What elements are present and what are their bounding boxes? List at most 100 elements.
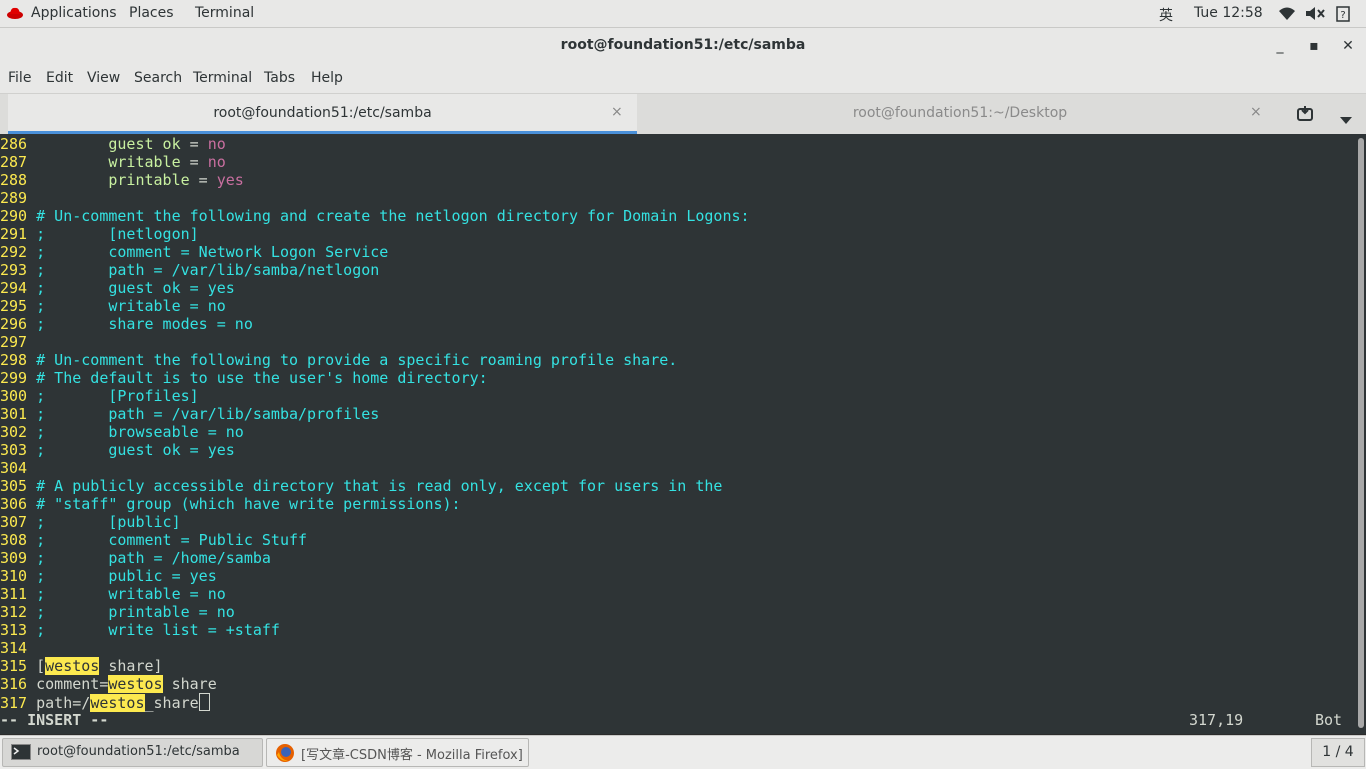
line-number: 314 [0, 639, 37, 657]
redhat-icon[interactable] [6, 5, 24, 25]
input-method-indicator[interactable]: 英 [1159, 5, 1173, 25]
tab-close-icon[interactable]: × [611, 104, 623, 120]
scroll-indicator: Bot [1315, 711, 1343, 729]
close-button[interactable]: ✕ [1338, 36, 1358, 56]
line-number: 299 [0, 369, 37, 387]
menu-terminal[interactable]: Terminal [193, 70, 252, 86]
volume-icon[interactable] [1305, 6, 1325, 25]
editor-line: 310 ; public = yes [0, 567, 217, 585]
equals-sign: = [180, 153, 208, 171]
editor-line: 302 ; browseable = no [0, 423, 244, 441]
clock[interactable]: Tue 12:58 [1194, 5, 1263, 21]
setting-key: guest ok [108, 135, 181, 153]
firefox-icon [275, 743, 295, 767]
editor-line: 312 ; printable = no [0, 603, 235, 621]
line-number: 287 [0, 153, 37, 171]
line-text: # Un-comment the following to provide a … [36, 351, 678, 369]
editor-line: 308 ; comment = Public Stuff [0, 531, 307, 549]
line-number: 304 [0, 459, 37, 477]
line-number: 293 [0, 261, 37, 279]
equals-sign: = [180, 135, 208, 153]
menu-help[interactable]: Help [311, 70, 343, 86]
menu-search[interactable]: Search [134, 70, 182, 86]
line-text: ; path = /var/lib/samba/netlogon [36, 261, 380, 279]
line-number: 306 [0, 495, 37, 513]
setting-prefix: comment= [36, 675, 109, 693]
editor-line: 313 ; write list = +staff [0, 621, 280, 639]
tab-desktop[interactable]: root@foundation51:~/Desktop × [640, 94, 1280, 134]
help-icon[interactable]: ? [1336, 6, 1350, 26]
search-highlight: westos [108, 675, 163, 693]
menu-bar: File Edit View Search Terminal Tabs Help [0, 64, 1366, 94]
wifi-icon[interactable] [1278, 6, 1296, 25]
search-highlight: westos [45, 657, 100, 675]
line-number: 297 [0, 333, 37, 351]
applications-menu[interactable]: Applications [31, 5, 117, 21]
vim-status-line: -- INSERT -- 317,19 Bot [0, 711, 1356, 729]
menu-view[interactable]: View [87, 70, 120, 86]
menu-tabs[interactable]: Tabs [264, 70, 295, 86]
tab-label: root@foundation51:/etc/samba [213, 105, 432, 121]
editor-line: 299 # The default is to use the user's h… [0, 369, 488, 387]
scrollbar-thumb[interactable] [1358, 138, 1364, 728]
line-text: ; browseable = no [36, 423, 244, 441]
line-number: 292 [0, 243, 37, 261]
line-number: 290 [0, 207, 37, 225]
svg-text:?: ? [1340, 10, 1345, 21]
line-number: 310 [0, 567, 37, 585]
editor-line: 291 ; [netlogon] [0, 225, 199, 243]
line-number: 303 [0, 441, 37, 459]
setting-value: no [207, 153, 226, 171]
text-cursor [198, 693, 210, 711]
terminal-scrollbar[interactable] [1356, 134, 1366, 734]
places-menu[interactable]: Places [129, 5, 174, 21]
editor-line: 304 [0, 459, 36, 477]
task-firefox[interactable]: [写文章-CSDN博客 - Mozilla Firefox] [266, 738, 529, 767]
minimize-button[interactable]: _ [1270, 36, 1290, 56]
line-text: ; [public] [36, 513, 181, 531]
editor-line: 305 # A publicly accessible directory th… [0, 477, 722, 495]
menu-file[interactable]: File [8, 70, 31, 86]
line-number: 300 [0, 387, 37, 405]
tab-etc-samba[interactable]: root@foundation51:/etc/samba × [8, 94, 637, 134]
line-number: 302 [0, 423, 37, 441]
terminal-content[interactable]: 286 guest ok = no 287 writable = no 288 pr… [0, 134, 1356, 734]
new-tab-icon[interactable] [1296, 105, 1314, 127]
line-text: ; path = /var/lib/samba/profiles [36, 405, 380, 423]
line-number: 309 [0, 549, 37, 567]
menu-edit[interactable]: Edit [46, 70, 73, 86]
editor-line: 287 writable = no [0, 153, 226, 171]
editor-line: 296 ; share modes = no [0, 315, 253, 333]
editor-line: 311 ; writable = no [0, 585, 226, 603]
line-text: ; [Profiles] [36, 387, 199, 405]
line-text: ; [netlogon] [36, 225, 199, 243]
task-label: [写文章-CSDN博客 - Mozilla Firefox] [301, 748, 523, 763]
line-text: ; guest ok = yes [36, 279, 235, 297]
task-label: root@foundation51:/etc/samba [37, 744, 240, 759]
line-number: 296 [0, 315, 37, 333]
setting-prefix: path=/ [36, 694, 91, 712]
line-text: ; path = /home/samba [36, 549, 271, 567]
terminal-icon [11, 744, 31, 764]
editor-line: 289 [0, 189, 36, 207]
vim-mode: -- INSERT -- [0, 711, 109, 729]
window-titlebar[interactable]: root@foundation51:/etc/samba _ ▪ ✕ [0, 28, 1366, 64]
maximize-button[interactable]: ▪ [1304, 36, 1324, 56]
line-number: 315 [0, 657, 37, 675]
tabs-dropdown-icon[interactable] [1340, 110, 1352, 129]
editor-line: 292 ; comment = Network Logon Service [0, 243, 388, 261]
setting-key: printable [108, 171, 190, 189]
line-text: # A publicly accessible directory that i… [36, 477, 723, 495]
line-number: 308 [0, 531, 37, 549]
line-number: 288 [0, 171, 37, 189]
line-number: 313 [0, 621, 37, 639]
editor-line: 307 ; [public] [0, 513, 181, 531]
terminal-app-menu[interactable]: Terminal [195, 5, 254, 21]
workspace-switcher[interactable]: 1 / 4 [1311, 738, 1365, 767]
editor-line: 297 [0, 333, 36, 351]
tab-close-icon[interactable]: × [1250, 104, 1262, 120]
line-text: # "staff" group (which have write permis… [36, 495, 461, 513]
task-terminal[interactable]: root@foundation51:/etc/samba [2, 738, 263, 767]
